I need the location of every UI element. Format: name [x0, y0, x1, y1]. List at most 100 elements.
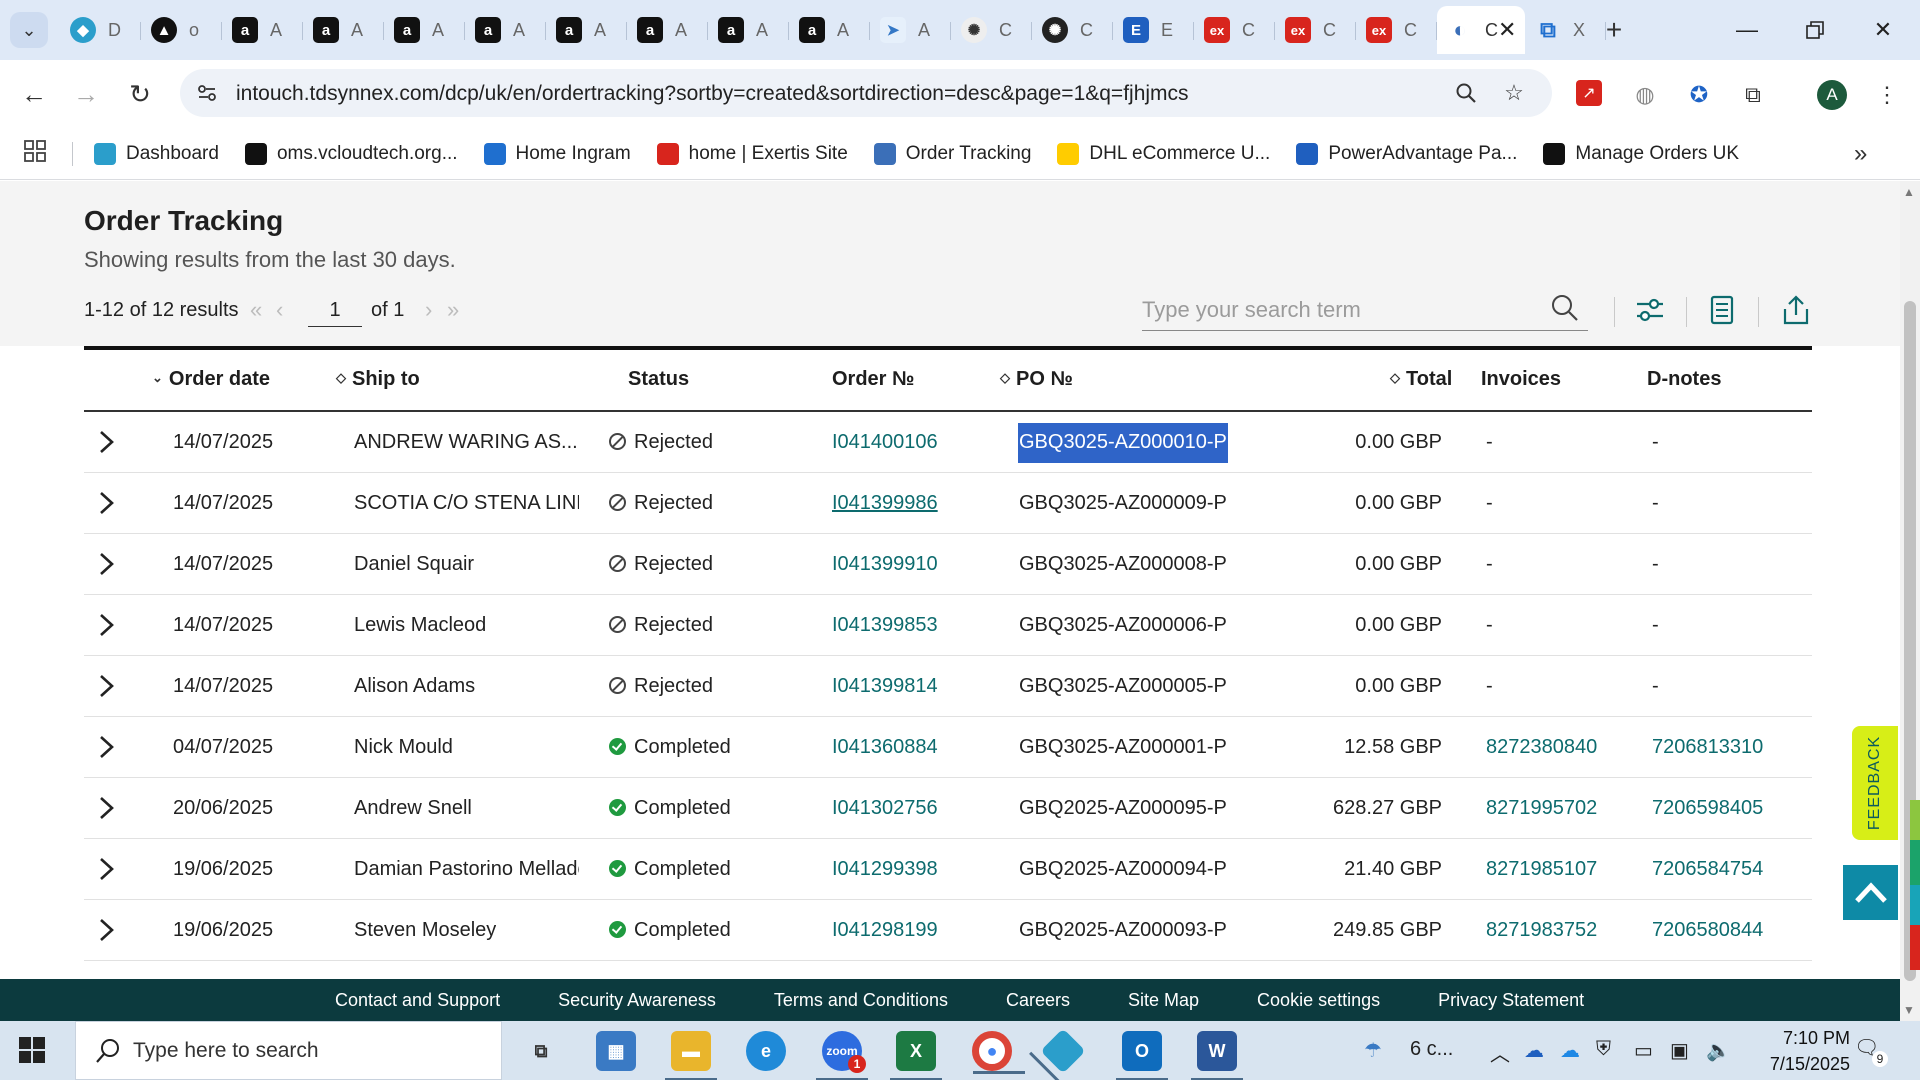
- browser-tab[interactable]: ex C: [1275, 6, 1356, 54]
- onedrive-personal-icon[interactable]: ☁: [1560, 1038, 1580, 1063]
- menu-kebab-icon[interactable]: ⋮: [1872, 80, 1902, 110]
- weather-text[interactable]: 6 c...: [1410, 1038, 1453, 1061]
- expand-row-chevron-icon[interactable]: [96, 490, 118, 516]
- battery-icon[interactable]: ▭: [1634, 1038, 1653, 1063]
- browser-tab[interactable]: ▲ o: [141, 6, 222, 54]
- onedrive-icon[interactable]: ☁: [1524, 1038, 1544, 1063]
- table-row[interactable]: 14/07/2025 SCOTIA C/O STENA LINE Rejecte…: [84, 473, 1812, 534]
- table-row[interactable]: 19/06/2025 Steven Moseley Completed I041…: [84, 900, 1812, 961]
- windows-start-icon[interactable]: [18, 1036, 46, 1064]
- dnote-link[interactable]: 7206598405: [1652, 797, 1763, 820]
- scroll-down-icon[interactable]: ▼: [1903, 1003, 1915, 1017]
- expand-row-chevron-icon[interactable]: [96, 673, 118, 699]
- footer-link[interactable]: Privacy Statement: [1438, 990, 1584, 1011]
- back-button[interactable]: ←: [14, 74, 54, 114]
- network-icon[interactable]: ▣: [1670, 1038, 1689, 1063]
- dnote-link[interactable]: 7206584754: [1652, 858, 1763, 881]
- zoom-icon[interactable]: [1452, 79, 1480, 107]
- invoice-link[interactable]: 8271985107: [1486, 858, 1597, 881]
- profile-avatar[interactable]: A: [1817, 80, 1847, 110]
- order-number-link[interactable]: I041399910: [832, 553, 938, 576]
- first-page-icon[interactable]: «: [250, 297, 262, 323]
- apps-grid-icon[interactable]: [24, 140, 46, 169]
- sort-ship-to[interactable]: ◇ Ship to: [336, 368, 420, 391]
- order-number-link[interactable]: I041399814: [832, 675, 938, 698]
- expand-row-chevron-icon[interactable]: [96, 612, 118, 638]
- footer-link[interactable]: Terms and Conditions: [774, 990, 948, 1011]
- address-bar[interactable]: intouch.tdsynnex.com/dcp/uk/en/ordertrac…: [180, 69, 1552, 117]
- browser-tab[interactable]: ex C: [1194, 6, 1275, 54]
- footer-link[interactable]: Careers: [1006, 990, 1070, 1011]
- bookmark-item[interactable]: Dashboard: [94, 143, 219, 165]
- table-row[interactable]: 14/07/2025 Lewis Macleod Rejected I04139…: [84, 595, 1812, 656]
- calculator-icon[interactable]: ▦: [596, 1031, 636, 1071]
- edge-icon[interactable]: e: [746, 1031, 786, 1071]
- sort-po-number[interactable]: ◇ PO №: [1000, 368, 1073, 391]
- file-explorer-icon[interactable]: ▬: [665, 1031, 717, 1080]
- volume-icon[interactable]: 🔈: [1706, 1038, 1731, 1063]
- filter-sliders-icon[interactable]: [1632, 292, 1668, 328]
- table-row[interactable]: 14/07/2025 ANDREW WARING AS... Rejected …: [84, 412, 1812, 473]
- feedback-tab[interactable]: FEEDBACK: [1852, 726, 1898, 840]
- order-number-link[interactable]: I041302756: [832, 797, 938, 820]
- zoom-app-icon[interactable]: zoom 1: [816, 1031, 868, 1080]
- close-window-button[interactable]: ✕: [1850, 6, 1916, 54]
- list-view-icon[interactable]: [1704, 292, 1740, 328]
- sort-total[interactable]: ◇ Total: [1390, 368, 1452, 391]
- bookmark-item[interactable]: DHL eCommerce U...: [1057, 143, 1270, 165]
- bookmark-item[interactable]: Order Tracking: [873, 143, 1031, 165]
- invoice-link[interactable]: 8271983752: [1486, 919, 1597, 942]
- taskbar-search[interactable]: Type here to search: [75, 1021, 502, 1080]
- bookmark-item[interactable]: PowerAdvantage Pa...: [1296, 143, 1517, 165]
- excel-icon[interactable]: X: [890, 1031, 942, 1080]
- expand-row-chevron-icon[interactable]: [96, 734, 118, 760]
- table-row[interactable]: 19/06/2025 Damian Pastorino Mellado Comp…: [84, 839, 1812, 900]
- weather-icon[interactable]: ☂: [1364, 1038, 1382, 1063]
- prev-page-icon[interactable]: ‹: [276, 297, 283, 323]
- page-number-input[interactable]: 1: [308, 293, 362, 327]
- table-row[interactable]: 04/07/2025 Nick Mould Completed I0413608…: [84, 717, 1812, 778]
- expand-row-chevron-icon[interactable]: [96, 429, 118, 455]
- order-number-link[interactable]: I041360884: [832, 736, 938, 759]
- restore-button[interactable]: [1782, 6, 1848, 54]
- expand-row-chevron-icon[interactable]: [96, 551, 118, 577]
- browser-tab[interactable]: ➤ A: [870, 6, 951, 54]
- table-row[interactable]: 14/07/2025 Daniel Squair Rejected I04139…: [84, 534, 1812, 595]
- expand-row-chevron-icon[interactable]: [96, 917, 118, 943]
- pdf-extension-icon[interactable]: ↗: [1576, 80, 1602, 106]
- search-input[interactable]: [1142, 295, 1542, 325]
- invoice-link[interactable]: 8272380840: [1486, 736, 1597, 759]
- bookmark-item[interactable]: Manage Orders UK: [1543, 143, 1739, 165]
- close-tab-icon[interactable]: ✕: [1498, 17, 1516, 43]
- footer-link[interactable]: Cookie settings: [1257, 990, 1380, 1011]
- bookmark-item[interactable]: home | Exertis Site: [656, 143, 848, 165]
- outlook-icon[interactable]: O: [1116, 1031, 1168, 1080]
- network-extension-icon[interactable]: ✪: [1684, 80, 1714, 110]
- order-number-link[interactable]: I041298199: [832, 919, 938, 942]
- browser-tab[interactable]: aA: [708, 6, 789, 54]
- footer-link[interactable]: Contact and Support: [335, 990, 500, 1011]
- notification-center[interactable]: 🗨 9: [1854, 1035, 1888, 1067]
- bookmark-item[interactable]: oms.vcloudtech.org...: [244, 143, 458, 165]
- tray-chevron-up-icon[interactable]: ︿: [1490, 1038, 1510, 1067]
- browser-tab[interactable]: ⧉ X: [1525, 6, 1606, 54]
- footer-link[interactable]: Security Awareness: [558, 990, 716, 1011]
- dnote-link[interactable]: 7206813310: [1652, 736, 1763, 759]
- expand-row-chevron-icon[interactable]: [96, 795, 118, 821]
- footer-link[interactable]: Site Map: [1128, 990, 1199, 1011]
- reload-button[interactable]: ↻: [120, 74, 160, 114]
- browser-tab[interactable]: ✺ C: [1032, 6, 1113, 54]
- last-page-icon[interactable]: »: [447, 297, 459, 323]
- next-page-icon[interactable]: ›: [425, 297, 432, 323]
- browser-tab[interactable]: ex C: [1356, 6, 1437, 54]
- browser-tab[interactable]: ◆ D: [60, 6, 141, 54]
- browser-tab[interactable]: EE: [1113, 6, 1194, 54]
- site-info-icon[interactable]: [194, 80, 220, 106]
- word-icon[interactable]: W: [1191, 1031, 1243, 1080]
- bookmark-item[interactable]: Home Ingram: [483, 143, 631, 165]
- task-view-icon[interactable]: ⧉: [521, 1031, 561, 1071]
- minimize-button[interactable]: —: [1714, 6, 1780, 54]
- vpn-app-icon[interactable]: [1040, 1028, 1086, 1074]
- more-bookmarks-icon[interactable]: »: [1854, 140, 1867, 168]
- expand-row-chevron-icon[interactable]: [96, 856, 118, 882]
